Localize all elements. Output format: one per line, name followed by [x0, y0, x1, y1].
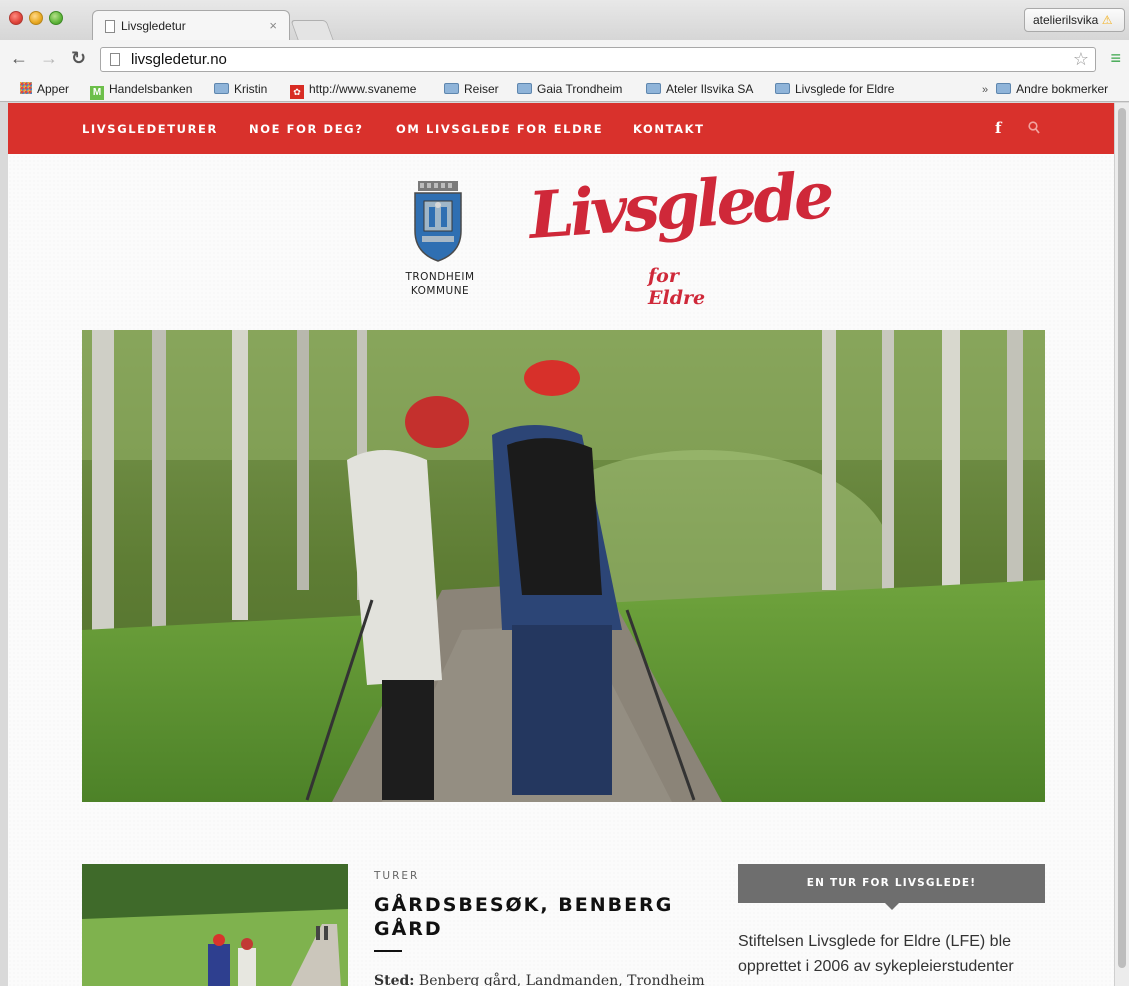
tab-title: Livsgledetur [121, 19, 186, 33]
reload-icon[interactable]: ↻ [71, 48, 86, 69]
bookmark-ateler-ilsvika[interactable]: Ateler Ilsvika SA [646, 82, 753, 96]
folder-icon [517, 83, 532, 94]
nav-om-livsglede[interactable]: OM LIVSGLEDE FOR ELDRE [396, 122, 603, 136]
handelsbanken-icon: M [90, 86, 104, 100]
folder-icon [214, 83, 229, 94]
bookmark-other[interactable]: » Andre bokmerker [982, 82, 1108, 96]
page-icon [105, 20, 115, 33]
new-tab-button[interactable] [290, 20, 334, 40]
folder-icon [444, 83, 459, 94]
url-text: livsgledetur.no [131, 51, 227, 68]
browser-toolbar: ← → ↻ livsgledetur.no ☆ ≡ [0, 40, 1129, 78]
brand-script: Livsglede [526, 158, 833, 255]
profile-name: atelierilsvika [1033, 13, 1099, 27]
post-location: Sted: Benberg gård, Landmanden, Trondhei… [374, 973, 705, 986]
zoom-window-button[interactable] [49, 11, 63, 25]
window-titlebar: Livsgledetur × atelierilsvika ⚠ [0, 0, 1129, 41]
profile-button[interactable]: atelierilsvika ⚠ [1024, 8, 1125, 32]
bookmark-reiser[interactable]: Reiser [444, 82, 499, 96]
close-window-button[interactable] [9, 11, 23, 25]
bookmark-gaia-trondheim[interactable]: Gaia Trondheim [517, 82, 622, 96]
more-bookmarks-icon[interactable]: » [982, 84, 988, 96]
bookmarks-bar: Apper M Handelsbanken Kristin ✿ http://www… [0, 78, 1129, 102]
page-icon [110, 53, 120, 66]
scrollbar-thumb[interactable] [1118, 108, 1126, 968]
nav-noe-for-deg[interactable]: NOE FOR DEG? [249, 122, 363, 136]
title-divider [374, 950, 402, 952]
bookmark-handelsbanken[interactable]: M Handelsbanken [90, 82, 192, 100]
apps-grid-icon [20, 82, 32, 94]
page-viewport: LIVSGLEDETURER NOE FOR DEG? OM LIVSGLEDE… [8, 103, 1114, 986]
widget-notch [885, 903, 899, 910]
trondheim-crest-logo[interactable] [412, 181, 464, 263]
svanemerket-icon: ✿ [290, 85, 304, 99]
folder-icon [775, 83, 790, 94]
brand-subtitle: for Eldre [648, 265, 706, 309]
bookmark-apps[interactable]: Apper [20, 82, 69, 96]
widget-title: EN TUR FOR LIVSGLEDE! [738, 864, 1045, 910]
folder-icon [646, 83, 661, 94]
forward-arrow-icon[interactable]: → [40, 48, 58, 69]
close-tab-icon[interactable]: × [269, 18, 277, 33]
livsglede-logo[interactable]: Livsglede for Eldre [527, 158, 833, 309]
back-arrow-icon[interactable]: ← [10, 48, 28, 69]
post-category[interactable]: TURER [374, 870, 419, 882]
address-bar[interactable]: livsgledetur.no ☆ [100, 47, 1096, 72]
warning-icon: ⚠ [1101, 13, 1113, 27]
bookmark-star-icon[interactable]: ☆ [1073, 49, 1089, 70]
post-thumbnail[interactable] [82, 864, 348, 986]
page-scrollbar[interactable] [1114, 103, 1129, 986]
bookmark-livsglede-for-eldre[interactable]: Livsglede for Eldre [775, 82, 894, 96]
trondheim-kommune-label: TRONDHEIM KOMMUNE [405, 271, 475, 297]
menu-icon[interactable]: ≡ [1110, 48, 1121, 69]
hero-photo [82, 330, 1045, 802]
facebook-icon[interactable]: f [995, 119, 1001, 137]
nav-kontakt[interactable]: KONTAKT [633, 122, 705, 136]
search-icon[interactable] [1028, 121, 1040, 135]
site-navigation: LIVSGLEDETURER NOE FOR DEG? OM LIVSGLEDE… [8, 103, 1114, 154]
browser-tab-active[interactable]: Livsgledetur × [92, 10, 290, 41]
folder-icon [996, 83, 1012, 94]
minimize-window-button[interactable] [29, 11, 43, 25]
nav-livsgledeturer[interactable]: LIVSGLEDETURER [82, 122, 218, 136]
bookmark-svanemerket[interactable]: ✿ http://www.svaneme [290, 82, 416, 99]
widget-text: Stiftelsen Livsglede for Eldre (LFE) ble… [738, 933, 1014, 975]
bookmark-kristin[interactable]: Kristin [214, 82, 267, 96]
post-title[interactable]: GÅRDSBESØK, BENBERG GÅRD [374, 893, 704, 941]
